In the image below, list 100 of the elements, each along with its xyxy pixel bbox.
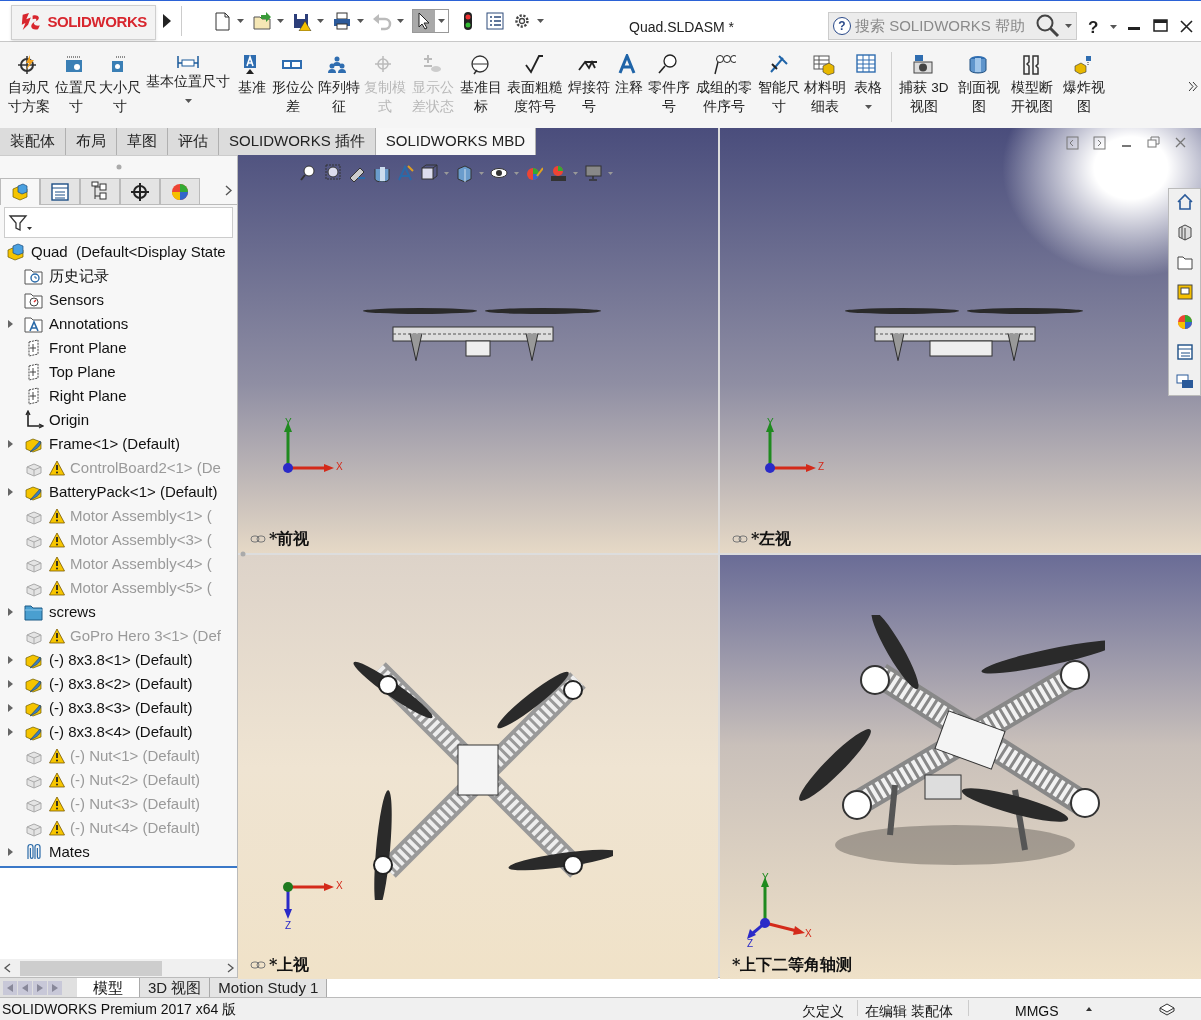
open-folder-icon (252, 11, 272, 31)
tree-item[interactable]: (-) 8x3.8<3> (Default) (0, 696, 237, 720)
printer-icon (332, 11, 352, 31)
ribbon-button[interactable]: 自动尺寸方案 (4, 52, 54, 116)
tree-item[interactable]: screws (0, 600, 237, 624)
more-chevron-icon[interactable] (1189, 82, 1198, 91)
ribbon-button[interactable]: 表格 (848, 52, 888, 109)
tree-item[interactable]: Mates (0, 840, 237, 864)
expand-arrow-icon[interactable] (163, 14, 171, 28)
ribbon-button[interactable]: 焊接符号 (566, 52, 612, 116)
chevron-right-icon[interactable] (225, 185, 232, 196)
ribbon-button[interactable]: 形位公差 (270, 52, 316, 116)
search-icon[interactable] (1035, 13, 1061, 39)
home-icon (1175, 193, 1194, 211)
ribbon-button[interactable]: 爆炸视图 (1059, 52, 1109, 116)
filter-field[interactable] (4, 207, 233, 238)
tree-item[interactable]: 历史记录 (0, 264, 237, 288)
ribbon-button[interactable]: 基准目标 (458, 52, 504, 116)
bom-table-icon (813, 54, 837, 76)
caret-up-icon[interactable] (1086, 1007, 1092, 1011)
tree-item[interactable]: Annotations (0, 312, 237, 336)
ribbon-button[interactable]: 模型断开视图 (1005, 52, 1059, 116)
tree-item[interactable]: Quad (Default<Display State (0, 240, 237, 264)
status-text: 在编辑 装配体 (865, 1002, 953, 1020)
ribbon-button[interactable]: 智能尺寸 (756, 52, 802, 116)
zoom-to-fit-icon[interactable] (300, 164, 318, 182)
scroll-right-icon[interactable] (225, 963, 235, 973)
ribbon-button[interactable]: 基准 (234, 52, 270, 97)
splitter-handle-icon[interactable] (115, 164, 122, 170)
parts-library-icon (1175, 223, 1194, 241)
ribbon-button[interactable]: 剖面视图 (953, 52, 1005, 116)
scroll-next-icon[interactable] (33, 980, 47, 995)
view-orientation-icon[interactable] (420, 164, 438, 182)
tree-item[interactable]: Sensors (0, 288, 237, 312)
list-options-icon[interactable] (485, 11, 505, 31)
tree-item[interactable]: (-) 8x3.8<4> (Default) (0, 720, 237, 744)
ribbon-button[interactable]: 成组的零件序号 (692, 52, 756, 116)
caret-icon[interactable] (537, 19, 544, 23)
caret-icon[interactable] (357, 19, 364, 23)
view-label: *上下二等角轴测 (732, 954, 853, 976)
tree-item[interactable]: (-) 8x3.8<1> (Default) (0, 648, 237, 672)
warning-icon (49, 508, 65, 524)
help-button[interactable]: ? (1088, 15, 1099, 41)
monitor-icon[interactable] (584, 164, 602, 182)
solidworks-logo[interactable]: SOLIDWORKS (11, 4, 156, 40)
caret-icon[interactable] (184, 99, 192, 103)
scrollbar-thumb[interactable] (20, 960, 162, 976)
help-button[interactable]: ? (833, 17, 851, 35)
scroll-first-icon[interactable] (3, 980, 17, 995)
zoom-area-icon[interactable] (324, 164, 342, 182)
section-view-icon[interactable] (372, 164, 390, 182)
scroll-last-icon[interactable] (48, 980, 62, 995)
warning-icon (49, 820, 65, 836)
ribbon-button[interactable]: 基本位置尺寸 (142, 52, 234, 103)
tree-item[interactable]: (-) 8x3.8<2> (Default) (0, 672, 237, 696)
ribbon-button[interactable]: 位置尺寸 (54, 52, 98, 116)
warning-icon (49, 556, 65, 572)
viewport-background[interactable]: X Z *上视 (238, 555, 718, 979)
tile-right-icon[interactable] (1093, 136, 1106, 150)
tree-item[interactable]: Frame<1> (Default) (0, 432, 237, 456)
bottom-tab[interactable]: 3D 视图 (140, 978, 211, 997)
paperclip-icon (24, 842, 44, 862)
search-field[interactable]: ? 搜索 SOLIDWORKS 帮助 (828, 12, 1077, 40)
ribbon-button[interactable]: 捕获 3D 视图 (895, 52, 953, 116)
tree-item[interactable]: BatteryPack<1> (Default) (0, 480, 237, 504)
select-tool-button[interactable] (412, 9, 449, 33)
maximize-icon[interactable] (1153, 19, 1168, 32)
tree-item[interactable]: Right Plane (0, 384, 237, 408)
tree-item[interactable]: Front Plane (0, 336, 237, 360)
tree-item[interactable]: Origin (0, 408, 237, 432)
warning-icon (49, 628, 65, 644)
view-label: *上视 (269, 954, 310, 976)
panel-tab[interactable] (80, 178, 120, 205)
ribbon-button[interactable]: 零件序号 (646, 52, 692, 116)
tree-item[interactable]: Top Plane (0, 360, 237, 384)
caret-icon[interactable] (864, 105, 872, 109)
ribbon-button[interactable]: 阵列特征 (316, 52, 362, 116)
caret-icon[interactable] (1110, 25, 1117, 29)
ribbon-button[interactable]: 材料明细表 (802, 52, 848, 116)
caret-icon[interactable] (1065, 24, 1072, 28)
scroll-previous-icon[interactable] (18, 980, 32, 995)
scroll-left-icon[interactable] (3, 963, 13, 973)
ribbon-button[interactable]: 大小尺寸 (98, 52, 142, 116)
display-style-icon[interactable] (455, 164, 473, 182)
ribbon-button[interactable]: 注释 (612, 52, 646, 97)
dynamic-annotation-icon[interactable] (396, 164, 414, 182)
panel-tab[interactable] (120, 178, 160, 205)
ribbon-button[interactable]: 表面粗糙度符号 (504, 52, 566, 116)
restore-icon[interactable] (1147, 136, 1160, 150)
bottom-tab[interactable]: Motion Study 1 (210, 978, 328, 997)
warning-icon (49, 580, 65, 596)
scene-icon[interactable] (549, 164, 567, 182)
caret-icon[interactable] (237, 19, 244, 23)
caret-icon[interactable] (277, 19, 284, 23)
tile-left-icon[interactable] (1066, 136, 1079, 150)
settings-button[interactable] (513, 12, 544, 30)
close-icon[interactable] (1180, 20, 1193, 33)
caret-icon[interactable] (397, 19, 404, 23)
command-tab[interactable]: SOLIDWORKS MBD (375, 128, 537, 155)
caret-icon[interactable] (317, 19, 324, 23)
